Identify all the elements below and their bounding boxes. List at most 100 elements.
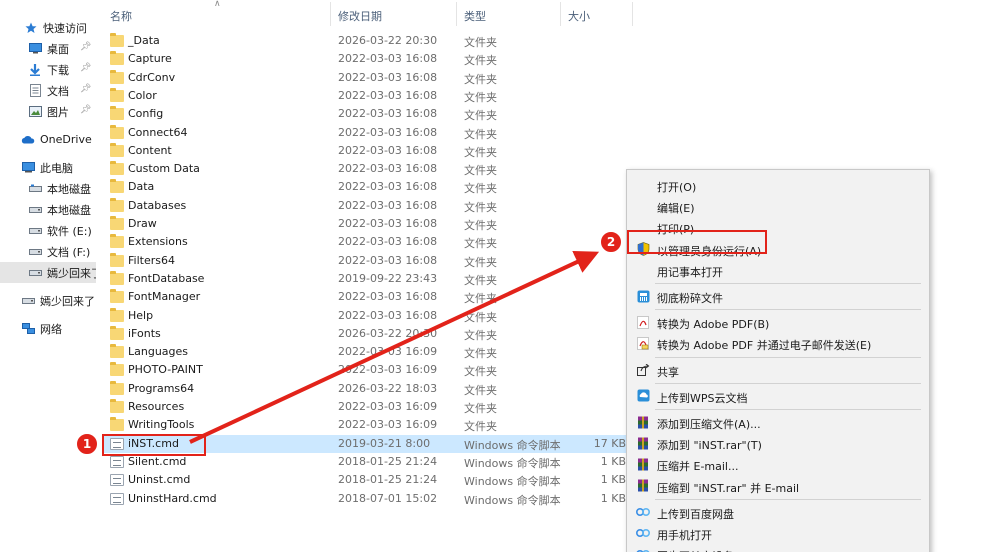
nav-label: 此电脑 — [40, 161, 73, 175]
context-menu-item[interactable]: 用手机打开 — [627, 523, 929, 543]
file-modified-date: 2022-03-03 16:08 — [338, 52, 438, 66]
nav-drive-e[interactable]: 软件 (E:) — [0, 220, 96, 241]
drive-icon — [28, 266, 42, 280]
file-row[interactable]: FontManager 2022-03-03 16:08 文件夹 — [104, 288, 634, 306]
folder-icon — [110, 399, 124, 413]
file-row[interactable]: Uninst.cmd 2018-01-25 21:24 Windows 命令脚本 1 … — [104, 471, 634, 489]
nav-pictures[interactable]: 图片 📌︎ — [0, 101, 96, 122]
context-menu-item[interactable]: 转换为 Adobe PDF(B) — [627, 312, 929, 332]
file-row[interactable]: Color 2022-03-03 16:08 文件夹 — [104, 87, 634, 105]
step-badge-2: 2 — [600, 231, 622, 253]
file-row[interactable]: iFonts 2026-03-22 20:30 文件夹 — [104, 325, 634, 343]
column-divider[interactable] — [560, 2, 561, 26]
download-icon — [28, 63, 42, 77]
file-type: 文件夹 — [464, 145, 497, 159]
nav-label: 快速访问 — [43, 21, 87, 35]
context-menu-item[interactable]: 上传到百度网盘 — [627, 502, 929, 522]
nav-this-pc[interactable]: 此电脑 — [0, 157, 96, 178]
file-row[interactable]: Capture 2022-03-03 16:08 文件夹 — [104, 50, 634, 68]
file-row[interactable]: CdrConv 2022-03-03 16:08 文件夹 — [104, 69, 634, 87]
file-name: FontManager — [128, 290, 201, 304]
nav-label: 本地磁盘 — [47, 203, 91, 217]
menu-separator — [655, 356, 921, 358]
context-menu-item[interactable]: 同步至其它设备 — [627, 544, 929, 552]
highlight-box-run-as-admin — [627, 230, 767, 254]
nav-drive-d[interactable]: 本地磁盘 — [0, 199, 96, 220]
column-date-header[interactable]: 修改日期 — [338, 8, 382, 24]
context-menu-label: 添加到压缩文件(A)... — [657, 418, 761, 431]
column-name-header[interactable]: 名称 — [110, 8, 132, 24]
drive-icon — [28, 245, 42, 259]
folder-icon — [110, 344, 124, 359]
file-row[interactable]: Programs64 2026-03-22 18:03 文件夹 — [104, 380, 634, 398]
file-row[interactable]: FontDatabase 2019-09-22 23:43 文件夹 — [104, 270, 634, 288]
nav-quick-access[interactable]: 快速访问 — [0, 17, 96, 38]
file-row[interactable]: Filters64 2022-03-03 16:08 文件夹 — [104, 252, 634, 270]
column-divider[interactable] — [456, 2, 457, 26]
file-row[interactable]: _Data 2026-03-22 20:30 文件夹 — [104, 32, 634, 50]
nav-onedrive[interactable]: OneDrive — [0, 129, 96, 150]
file-modified-date: 2026-03-22 18:03 — [338, 381, 438, 395]
context-menu-item[interactable]: 编辑(E) — [627, 196, 929, 216]
nav-drive-g[interactable]: 嫣少回来了 — [0, 262, 96, 283]
folder-icon — [110, 270, 124, 285]
file-modified-date: 2026-03-22 20:30 — [338, 34, 438, 47]
file-row[interactable]: Connect64 2022-03-03 16:08 文件夹 — [104, 124, 634, 142]
nav-downloads[interactable]: 下载 📌︎ — [0, 59, 96, 80]
nav-drive-c[interactable]: 本地磁盘 — [0, 178, 96, 199]
file-name: Help — [128, 308, 154, 322]
folder-icon — [110, 307, 124, 322]
file-row[interactable]: Databases 2022-03-03 16:08 文件夹 — [104, 197, 634, 215]
context-menu-item[interactable]: 用记事本打开 — [627, 260, 929, 280]
column-type-header[interactable]: 类型 — [464, 8, 486, 24]
nav-label: 文档 (F:) — [47, 245, 91, 259]
picture-icon — [28, 105, 42, 119]
context-menu-label: 同步至其它设备 — [657, 548, 734, 552]
file-row[interactable]: Config 2022-03-03 16:08 文件夹 — [104, 105, 634, 123]
file-row[interactable]: Extensions 2022-03-03 16:08 文件夹 — [104, 233, 634, 251]
nav-documents[interactable]: 文档 📌︎ — [0, 80, 96, 101]
context-menu-item[interactable]: 转换为 Adobe PDF 并通过电子邮件发送(E) — [627, 333, 929, 353]
file-type: Windows 命令脚本 — [464, 493, 561, 507]
file-row[interactable]: Content 2022-03-03 16:08 文件夹 — [104, 142, 634, 160]
nav-desktop[interactable]: 桌面 📌︎ — [0, 38, 96, 59]
context-menu-item[interactable]: 共享 — [627, 360, 929, 380]
pin-icon: 📌︎ — [80, 105, 92, 115]
file-row[interactable]: PHOTO-PAINT 2022-03-03 16:09 文件夹 — [104, 361, 634, 379]
context-menu-item[interactable]: 上传到WPS云文档 — [627, 386, 929, 406]
file-type: 文件夹 — [464, 292, 497, 306]
file-name: Color — [128, 88, 157, 102]
column-header-row: ∧ 名称 修改日期 类型 大小 — [104, 0, 634, 30]
file-row[interactable]: WritingTools 2022-03-03 16:09 文件夹 — [104, 416, 634, 434]
file-row[interactable]: Data 2022-03-03 16:08 文件夹 — [104, 178, 634, 196]
file-modified-date: 2022-03-03 16:08 — [338, 217, 438, 230]
file-row[interactable]: Languages 2022-03-03 16:09 文件夹 — [104, 343, 634, 361]
nav-drive-f[interactable]: 文档 (F:) — [0, 241, 96, 262]
column-divider[interactable] — [330, 2, 331, 26]
file-row[interactable]: Resources 2022-03-03 16:09 文件夹 — [104, 398, 634, 416]
column-size-header[interactable]: 大小 — [568, 8, 590, 24]
context-menu-item[interactable]: 压缩并 E-mail... — [627, 454, 929, 474]
file-modified-date: 2022-03-03 16:08 — [338, 143, 438, 157]
context-menu-item[interactable]: 压缩到 "iNST.rar" 并 E-mail — [627, 476, 929, 496]
context-menu-item[interactable]: 添加到压缩文件(A)... — [627, 412, 929, 432]
file-modified-date: 2022-03-03 16:08 — [338, 235, 438, 249]
file-type: 文件夹 — [464, 310, 497, 324]
file-modified-date: 2022-03-03 16:09 — [338, 345, 438, 359]
context-menu-item[interactable]: 添加到 "iNST.rar"(T) — [627, 433, 929, 453]
context-menu-item[interactable]: 打开(O) — [627, 175, 929, 195]
baidu-netdisk-icon — [636, 505, 650, 519]
nav-removable-drive[interactable]: 嫣少回来了 — [0, 290, 96, 311]
file-row[interactable]: Custom Data 2022-03-03 16:08 文件夹 — [104, 160, 634, 178]
context-menu-label: 编辑(E) — [657, 202, 695, 216]
folder-icon — [110, 124, 124, 139]
file-row[interactable]: Help 2022-03-03 16:08 文件夹 — [104, 307, 634, 325]
column-divider[interactable] — [632, 2, 633, 26]
desktop-icon — [28, 42, 42, 56]
nav-network[interactable]: 网络 — [0, 318, 96, 339]
folder-icon — [110, 33, 124, 47]
context-menu-item[interactable]: 彻底粉碎文件 — [627, 286, 929, 306]
file-row[interactable]: UninstHard.cmd 2018-07-01 15:02 Windows 命令… — [104, 490, 634, 508]
file-row[interactable]: Draw 2022-03-03 16:08 文件夹 — [104, 215, 634, 233]
navigation-pane: 快速访问 桌面 📌︎ 下载 📌︎ 文档 📌︎ 图片 📌︎ OneDrive 此电… — [0, 0, 96, 552]
